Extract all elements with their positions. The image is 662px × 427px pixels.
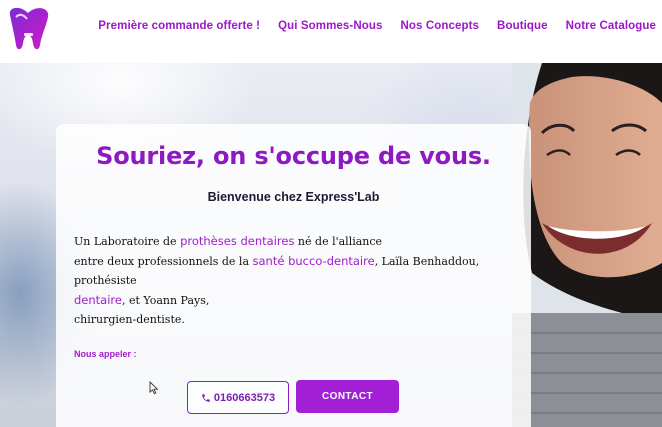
intro-text: entre deux professionnels de la [74, 254, 253, 268]
mouse-cursor-icon [149, 381, 159, 395]
tooth-logo-icon[interactable] [6, 5, 52, 55]
phone-icon [202, 393, 210, 402]
link-protheses-dentaires[interactable]: prothèses dentaires [180, 234, 294, 248]
link-sante-bucco-dentaire[interactable]: santé bucco-dentaire [253, 254, 375, 268]
contact-button[interactable]: CONTACT [296, 380, 399, 413]
hero-card: Souriez, on s'occupe de vous. Bienvenue … [56, 124, 531, 427]
phone-number: 0160663573 [213, 391, 276, 404]
intro-text: né de l'alliance [294, 235, 383, 248]
hero-photo [512, 63, 662, 427]
intro-paragraph: Un Laboratoire de prothèses dentaires né… [74, 232, 519, 330]
main-nav: Première commande offerte ! Qui Sommes-N… [98, 20, 656, 32]
nav-qui-sommes-nous[interactable]: Qui Sommes-Nous [278, 20, 382, 32]
intro-text: , et Yoann Pays, [121, 293, 210, 307]
page-title: Souriez, on s'occupe de vous. [96, 142, 491, 170]
nav-notre-catalogue[interactable]: Notre Catalogue [566, 20, 656, 32]
welcome-subtitle: Bienvenue chez Express'Lab [207, 190, 380, 204]
site-header: Première commande offerte ! Qui Sommes-N… [0, 0, 662, 63]
nav-premiere-commande[interactable]: Première commande offerte ! [98, 20, 260, 32]
call-label: Nous appeler : [74, 349, 137, 359]
nav-nos-concepts[interactable]: Nos Concepts [401, 20, 480, 32]
nav-boutique[interactable]: Boutique [497, 20, 548, 32]
phone-button[interactable]: 0160663573 [187, 381, 289, 414]
intro-text: chirurgien-dentiste. [74, 313, 185, 326]
hero-section: Souriez, on s'occupe de vous. Bienvenue … [0, 63, 662, 427]
link-dentaire[interactable]: dentaire [74, 293, 122, 307]
intro-text: Un Laboratoire de [74, 235, 181, 248]
